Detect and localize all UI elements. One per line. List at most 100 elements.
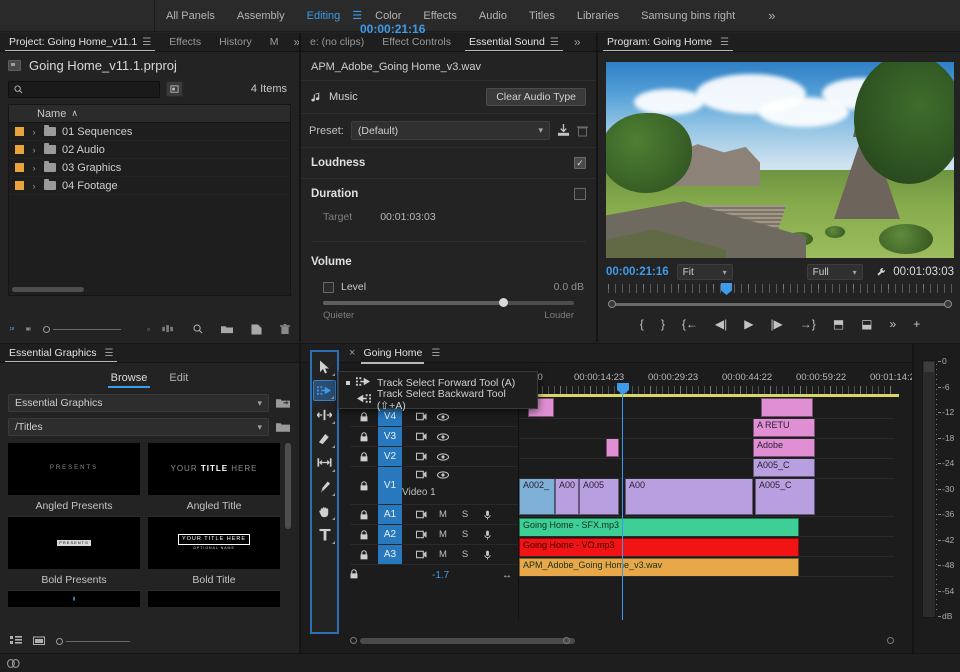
timeline-audio-clip[interactable]: Going Home - SFX.mp3 [519, 518, 799, 537]
export-frame-button[interactable]: » [890, 318, 897, 330]
loudness-checkbox[interactable] [574, 157, 586, 169]
eg-tab-edit[interactable]: Edit [169, 372, 188, 388]
timeline-clip[interactable] [761, 398, 813, 417]
bin-color-swatch[interactable] [15, 145, 24, 154]
workspace-tab-titles[interactable]: Titles [518, 0, 566, 32]
volume-level-value[interactable]: 0.0 dB [554, 281, 584, 293]
track-header-a3[interactable]: A3MS [350, 545, 518, 565]
workspace-tab-samsung-bins-right[interactable]: Samsung bins right [630, 0, 746, 32]
mark-out-button[interactable]: } [661, 318, 665, 330]
eg-template-thumbnail[interactable]: YOUR TITLE HEREOPTIONAL NAME [148, 517, 280, 569]
eg-template-cell[interactable]: YOUR TITLE HEREOPTIONAL NAMEBold Title [148, 517, 280, 591]
timeline-clip[interactable]: A00 [555, 478, 579, 515]
tab-essential-graphics[interactable]: Essential Graphics ☰ [0, 344, 122, 363]
sound-tab-overflow-icon[interactable]: » [568, 35, 587, 49]
target-track-icon[interactable] [410, 550, 432, 559]
preset-dropdown[interactable]: (Default) ▾ [351, 121, 550, 140]
eg-template-thumbnail[interactable]: ▮ [8, 591, 140, 607]
essential-graphics-template-grid[interactable]: PRESENTSAngled PresentsYOUR TITLE HEREAn… [8, 443, 291, 633]
go-to-in-button[interactable]: {← [682, 318, 698, 330]
eg-library-dropdown[interactable]: Essential Graphics ▾ [8, 394, 269, 412]
timeline-clip[interactable]: A002_ [519, 478, 555, 515]
track-lock-icon[interactable] [350, 569, 358, 582]
timeline-clip-area[interactable]: A RETUAdobeA005_CA002_A00A005A00A005_CGo… [519, 398, 894, 620]
solo-track-button[interactable]: S [454, 549, 476, 560]
voice-over-record-icon[interactable] [476, 550, 498, 560]
bin-horizontal-scrollbar[interactable] [12, 287, 84, 292]
program-playhead-timecode[interactable]: 00:00:21:16 [606, 266, 669, 278]
track-name[interactable]: V2 [378, 447, 402, 466]
eg-zoom-slider[interactable] [56, 638, 130, 645]
playback-resolution-dropdown[interactable]: Full ▾ [807, 264, 863, 280]
panel-menu-icon[interactable]: ☰ [550, 37, 559, 48]
delete-preset-icon[interactable] [577, 125, 588, 137]
track-select-tool-flyout[interactable]: Track Select Forward Tool (A)Track Selec… [338, 371, 538, 409]
panel-menu-icon[interactable]: ☰ [720, 37, 729, 48]
project-search-box[interactable] [8, 81, 160, 98]
workspace-overflow-icon[interactable]: » [760, 8, 783, 23]
eg-folder-dropdown[interactable]: /Titles ▾ [8, 418, 269, 436]
eg-template-cell[interactable]: YOUR TITLE HEREAngled Title [148, 443, 280, 517]
adjust-track-height-icon[interactable]: ↔ [502, 570, 512, 581]
ripple-edit-tool[interactable] [313, 404, 336, 425]
workspace-tab-libraries[interactable]: Libraries [566, 0, 630, 32]
track-header-a1[interactable]: A1 MS [350, 505, 518, 525]
work-area-bar[interactable] [519, 394, 899, 397]
program-monitor-video[interactable] [606, 62, 954, 258]
bin-color-swatch[interactable] [15, 181, 24, 190]
track-name[interactable]: A3 [378, 545, 402, 564]
timeline-clip[interactable]: Adobe [753, 438, 815, 457]
volume-slider-thumb[interactable] [499, 298, 508, 307]
track-lock-icon[interactable] [350, 510, 378, 520]
scroll-end-handle[interactable] [887, 637, 894, 644]
timeline-audio-clip[interactable]: Going Home - VO.mp3 [519, 538, 799, 557]
mute-track-button[interactable]: M [432, 509, 454, 520]
clear-audio-type-button[interactable]: Clear Audio Type [486, 88, 586, 106]
new-bin-icon[interactable] [221, 324, 233, 334]
timeline-clip[interactable]: A005_C [755, 478, 815, 515]
solo-track-button[interactable]: S [454, 509, 476, 520]
track-lock-icon[interactable] [350, 481, 378, 491]
step-back-button[interactable]: ◀| [715, 318, 727, 330]
track-name[interactable]: A2 [378, 525, 402, 544]
bin-row[interactable]: ›02 Audio [9, 141, 290, 159]
target-track-icon[interactable] [410, 412, 432, 421]
zoom-level-dropdown[interactable]: Fit ▾ [677, 264, 733, 280]
scroll-right-handle[interactable] [563, 637, 570, 644]
chevron-right-icon[interactable]: › [30, 181, 38, 191]
mix-level-value[interactable]: -1.7 [432, 570, 449, 581]
workspace-tab-all-panels[interactable]: All Panels [155, 0, 226, 32]
sound-tab-essential-sound[interactable]: Essential Sound☰ [460, 33, 568, 52]
track-header-v1[interactable]: V1Video 1 [350, 467, 518, 505]
workspace-tab-assembly[interactable]: Assembly [226, 0, 296, 32]
timeline-clip[interactable]: A RETU [753, 418, 815, 437]
slip-tool[interactable] [313, 452, 336, 473]
button-editor-button[interactable]: + [913, 318, 920, 330]
panel-menu-icon[interactable]: ☰ [431, 348, 440, 359]
chevron-right-icon[interactable]: › [30, 127, 38, 137]
eg-template-cell[interactable]: PRESENTSBold Presents [8, 517, 140, 591]
list-view-icon[interactable] [10, 636, 22, 646]
freeform-view-icon[interactable] [147, 325, 150, 334]
eg-template-thumbnail[interactable]: PRESENTS [8, 443, 140, 495]
track-lock-icon[interactable] [350, 412, 378, 422]
track-name[interactable]: V3 [378, 427, 402, 446]
list-view-icon[interactable] [10, 324, 14, 334]
volume-slider[interactable] [323, 301, 574, 305]
timeline-clip[interactable]: A00 [625, 478, 753, 515]
project-tab-m[interactable]: M [261, 33, 288, 52]
track-name[interactable]: A1 [378, 505, 402, 524]
timeline-scrollbar[interactable] [360, 638, 575, 644]
project-tab-project-going-home-v11-1[interactable]: Project: Going Home_v11.1☰ [0, 33, 160, 52]
timeline-clip[interactable]: A005 [579, 478, 619, 515]
chevron-right-icon[interactable]: › [30, 145, 38, 155]
eg-vertical-scrollbar[interactable] [285, 443, 291, 529]
timeline-audio-clip[interactable]: APM_Adobe_Going Home_v3.wav [519, 558, 799, 577]
track-header-a2[interactable]: A2MS [350, 525, 518, 545]
new-item-icon[interactable] [251, 324, 262, 335]
project-search-input[interactable] [27, 84, 154, 95]
razor-tool[interactable] [313, 428, 336, 449]
voice-over-record-icon[interactable] [476, 510, 498, 520]
sequence-tab-label[interactable]: Going Home [363, 347, 422, 359]
project-filter-button[interactable] [166, 81, 183, 97]
